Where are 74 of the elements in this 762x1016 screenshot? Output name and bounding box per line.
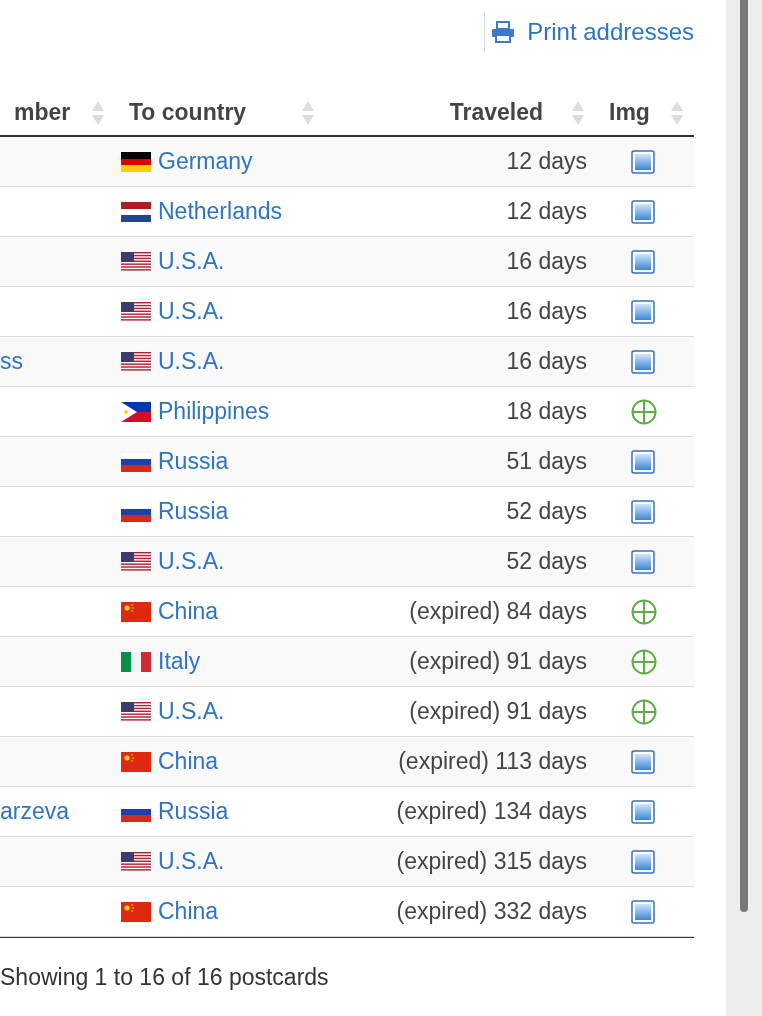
image-icon[interactable] — [631, 849, 655, 874]
print-addresses-link[interactable]: Print addresses — [527, 14, 694, 50]
country-link[interactable]: U.S.A. — [158, 844, 225, 879]
flag-icon — [121, 501, 151, 522]
country-link[interactable]: China — [158, 894, 219, 929]
image-icon[interactable] — [631, 499, 655, 524]
image-icon[interactable] — [631, 299, 655, 324]
column-header[interactable]: Img — [609, 95, 650, 130]
add-icon[interactable] — [631, 698, 657, 725]
flag-icon — [121, 151, 151, 172]
add-icon[interactable] — [631, 598, 657, 625]
column-header[interactable]: Traveled — [449, 95, 543, 130]
country-link[interactable]: Russia — [158, 794, 229, 829]
scrollbar[interactable] — [740, 0, 748, 912]
traveled-cell-text: 12 days — [506, 197, 587, 227]
traveled-cell-text: (expired) 332 days — [396, 897, 587, 927]
traveled-cell-text: (expired) 315 days — [396, 847, 587, 877]
country-link[interactable]: Russia — [158, 494, 229, 529]
country-link[interactable]: Russia — [158, 444, 229, 479]
country-link[interactable]: U.S.A. — [158, 294, 225, 329]
image-icon[interactable] — [631, 899, 655, 924]
image-icon[interactable] — [631, 249, 655, 274]
flag-icon — [121, 351, 151, 372]
traveled-cell-text: 16 days — [506, 347, 587, 377]
country-link[interactable]: China — [158, 594, 219, 629]
name-link[interactable]: arzeva — [0, 798, 70, 825]
flag-icon — [121, 451, 151, 472]
traveled-cell-text: 16 days — [506, 297, 587, 327]
flag-icon — [121, 401, 151, 422]
image-icon[interactable] — [631, 349, 655, 374]
flag-icon — [121, 201, 151, 222]
image-icon[interactable] — [631, 199, 655, 224]
column-header[interactable]: To country — [129, 95, 247, 130]
traveled-cell-text: (expired) 84 days — [409, 597, 587, 627]
table-info: Showing 1 to 16 of 16 postcards — [0, 964, 329, 990]
flag-icon — [121, 601, 151, 622]
add-icon[interactable] — [631, 398, 657, 425]
flag-icon — [121, 901, 151, 922]
country-link[interactable]: Italy — [158, 644, 201, 679]
flag-icon — [121, 251, 151, 272]
flag-icon — [121, 651, 151, 672]
country-link[interactable]: Netherlands — [158, 194, 283, 229]
country-link[interactable]: U.S.A. — [158, 244, 225, 279]
country-link[interactable]: Germany — [158, 144, 253, 179]
flag-icon — [121, 701, 151, 722]
flag-icon — [121, 801, 151, 822]
image-icon[interactable] — [631, 799, 655, 824]
image-icon[interactable] — [631, 749, 655, 774]
add-icon[interactable] — [631, 648, 657, 675]
traveled-cell-text: (expired) 134 days — [396, 797, 587, 827]
flag-icon — [121, 751, 151, 772]
country-link[interactable]: U.S.A. — [158, 544, 225, 579]
flag-icon — [121, 851, 151, 872]
flag-icon — [121, 551, 151, 572]
country-link[interactable]: U.S.A. — [158, 344, 225, 379]
traveled-cell-text: 12 days — [506, 147, 587, 177]
traveled-cell-text: 51 days — [506, 447, 587, 477]
traveled-cell-text: (expired) 91 days — [409, 697, 587, 727]
traveled-cell-text: 16 days — [506, 247, 587, 277]
country-link[interactable]: Philippines — [158, 394, 270, 429]
column-header[interactable]: mber — [14, 95, 71, 130]
name-link[interactable]: ss — [0, 348, 23, 375]
traveled-cell-text: 52 days — [506, 497, 587, 527]
printer-icon[interactable] — [491, 21, 516, 43]
image-icon[interactable] — [631, 149, 655, 174]
traveled-cell-text: 52 days — [506, 547, 587, 577]
country-link[interactable]: China — [158, 744, 219, 779]
traveled-cell-text: (expired) 113 days — [398, 747, 587, 777]
country-link[interactable]: U.S.A. — [158, 694, 225, 729]
image-icon[interactable] — [631, 549, 655, 574]
traveled-cell-text: (expired) 91 days — [409, 647, 587, 677]
image-icon[interactable] — [631, 449, 655, 474]
traveled-cell-text: 18 days — [506, 397, 587, 427]
flag-icon — [121, 301, 151, 322]
